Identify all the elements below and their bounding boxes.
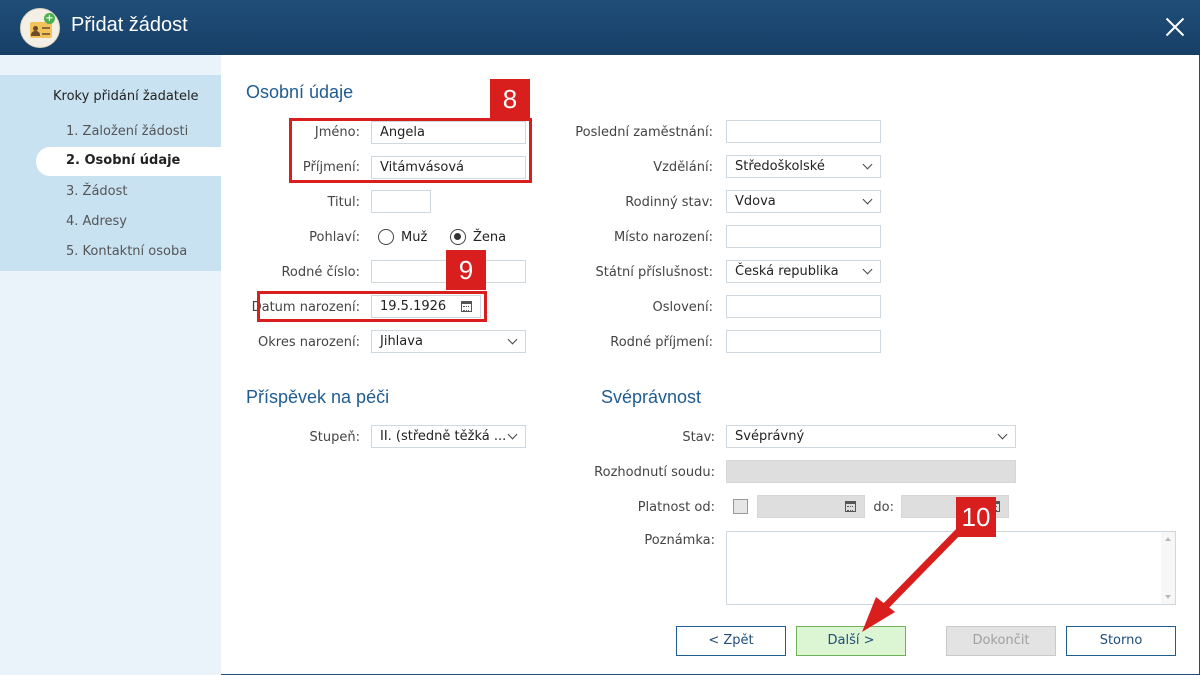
arrow-to-next-button: [862, 523, 967, 632]
step-badge-10: 10: [956, 497, 996, 537]
